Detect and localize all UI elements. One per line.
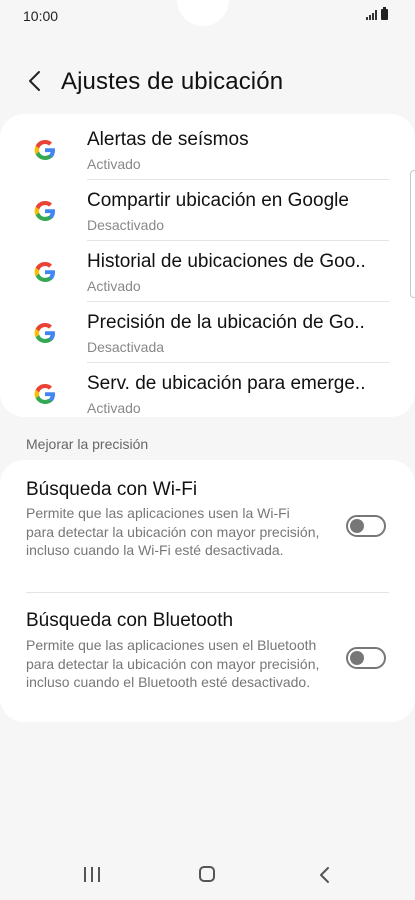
status-icons (366, 7, 388, 20)
bluetooth-scanning-toggle[interactable] (346, 647, 386, 669)
google-services-card: Alertas de seísmos Activado Compartir ub… (0, 114, 415, 417)
list-item-title: Serv. de ubicación para emerge.. (87, 373, 366, 394)
list-item-precision-ubicacion[interactable]: Precisión de la ubicación de Go.. Desact… (0, 302, 415, 363)
camera-notch (177, 0, 229, 26)
google-icon (34, 140, 55, 160)
wifi-scanning-toggle[interactable] (346, 515, 386, 537)
google-icon (34, 201, 55, 221)
list-item-alertas-seismos[interactable]: Alertas de seísmos Activado (0, 119, 415, 180)
page-title: Ajustes de ubicación (61, 68, 284, 95)
list-item-title: Alertas de seísmos (87, 129, 249, 150)
toggle-knob (350, 519, 364, 533)
list-item-historial-ubicaciones[interactable]: Historial de ubicaciones de Goo.. Activa… (0, 241, 415, 302)
google-icon (34, 262, 55, 282)
section-label: Mejorar la precisión (26, 436, 149, 452)
status-time: 10:00 (23, 8, 59, 24)
list-item-status: Activado (87, 156, 141, 172)
precision-card: Búsqueda con Wi-Fi Permite que las aplic… (0, 460, 415, 722)
list-item-title: Compartir ubicación en Google (87, 190, 349, 211)
battery-icon (381, 7, 388, 20)
google-icon (34, 323, 55, 343)
bluetooth-scanning-description: Permite que las aplicaciones usen el Blu… (26, 637, 320, 690)
wifi-scanning-row[interactable]: Búsqueda con Wi-Fi Permite que las aplic… (0, 460, 415, 592)
list-item-servicio-emergencia[interactable]: Serv. de ubicación para emerge.. Activad… (0, 363, 415, 424)
recent-apps-icon[interactable] (84, 867, 100, 882)
bluetooth-scanning-title: Búsqueda con Bluetooth (26, 610, 234, 631)
google-icon (34, 384, 55, 404)
bluetooth-scanning-row[interactable]: Búsqueda con Bluetooth Permite que las a… (0, 592, 415, 722)
list-item-compartir-ubicacion[interactable]: Compartir ubicación en Google Desactivad… (0, 180, 415, 241)
toggle-knob (350, 651, 364, 665)
chevron-left-icon (29, 71, 40, 91)
signal-icon (366, 9, 377, 20)
list-item-title: Historial de ubicaciones de Goo.. (87, 251, 366, 272)
home-icon[interactable] (199, 866, 215, 882)
header: Ajustes de ubicación (0, 56, 415, 108)
list-item-status: Desactivado (87, 217, 165, 233)
navigation-bar (0, 850, 415, 900)
list-item-status: Activado (87, 278, 141, 294)
list-item-status: Activado (87, 400, 141, 416)
wifi-scanning-title: Búsqueda con Wi-Fi (26, 479, 198, 500)
wifi-scanning-description: Permite que las aplicaciones usen la Wi-… (26, 505, 320, 558)
back-button[interactable] (22, 68, 48, 94)
status-bar: 10:00 (0, 0, 415, 34)
back-icon[interactable] (316, 865, 334, 885)
scroll-indicator[interactable] (410, 170, 415, 298)
list-item-status: Desactivada (87, 339, 165, 355)
list-item-title: Precisión de la ubicación de Go.. (87, 312, 365, 333)
